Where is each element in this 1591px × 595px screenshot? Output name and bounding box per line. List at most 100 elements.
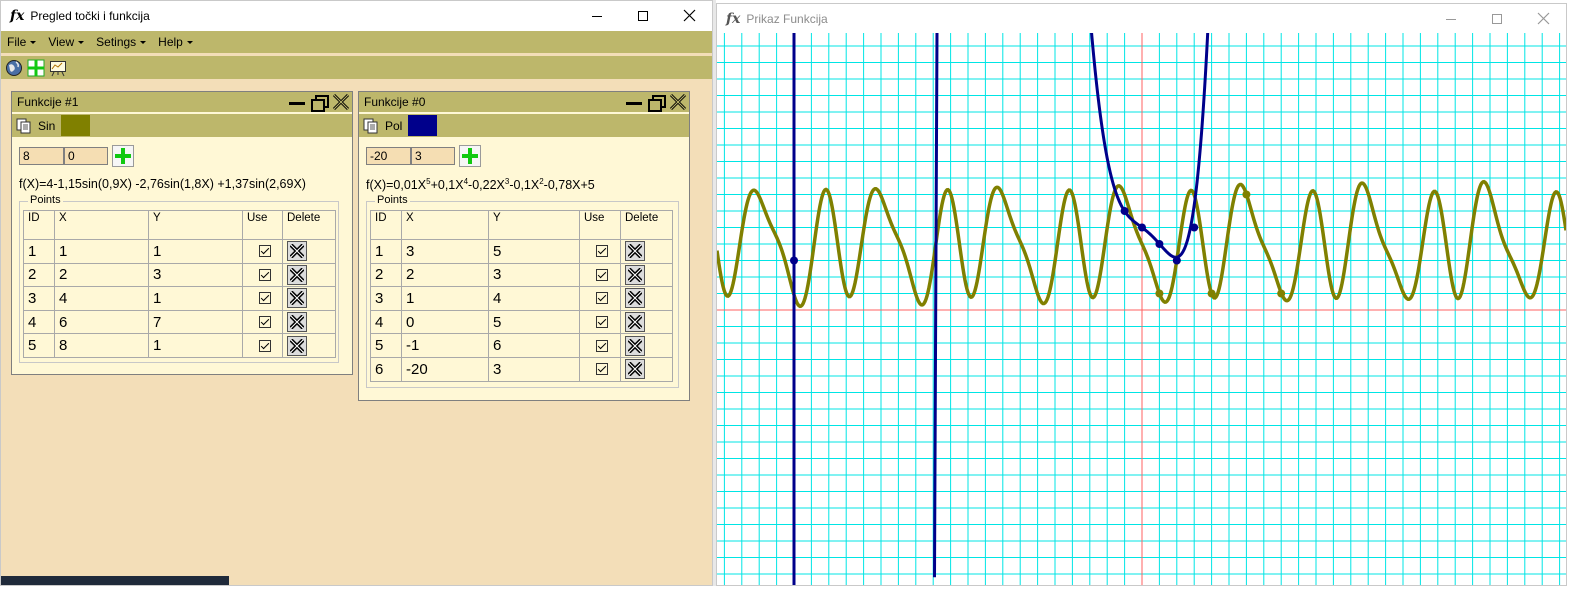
table-row[interactable]: 223 — [23, 262, 336, 288]
delete-point-button[interactable] — [625, 241, 645, 262]
use-checkbox[interactable] — [259, 292, 271, 305]
cell-x[interactable]: -1 — [401, 333, 489, 358]
menu-file[interactable]: File — [1, 35, 42, 49]
cell-y[interactable]: 6 — [488, 333, 580, 358]
title-bar[interactable]: fx Prikaz Funkcija — [717, 4, 1566, 33]
table-row[interactable]: 223 — [370, 262, 673, 288]
col-id-header: ID — [23, 210, 55, 240]
delete-point-button[interactable] — [287, 312, 307, 333]
cell-x[interactable]: 1 — [401, 286, 489, 311]
globe-button[interactable] — [5, 59, 23, 77]
table-row[interactable]: 5 -1 6 — [370, 333, 673, 358]
use-checkbox[interactable] — [259, 245, 271, 258]
table-row[interactable]: 341 — [23, 286, 336, 311]
table-row[interactable]: 6 -20 3 — [370, 356, 673, 382]
table-row[interactable]: 111 — [23, 239, 336, 264]
table-row[interactable]: 314 — [370, 286, 673, 311]
panel-title-bar[interactable]: Funkcije #1 — [12, 92, 352, 112]
cell-y[interactable]: 5 — [488, 239, 580, 264]
y-input[interactable]: 3 — [411, 147, 455, 165]
panel-minimize-button[interactable] — [288, 93, 306, 111]
close-button[interactable] — [666, 1, 712, 31]
cell-x[interactable]: 2 — [401, 262, 489, 288]
function-plot-canvas[interactable] — [717, 33, 1566, 586]
panel-restore-button[interactable] — [647, 93, 666, 112]
minimize-button[interactable] — [574, 1, 620, 31]
delete-point-button[interactable] — [287, 264, 307, 285]
cell-y[interactable]: 3 — [488, 262, 580, 288]
cell-x[interactable]: 3 — [401, 239, 489, 264]
cell-y[interactable]: 4 — [488, 286, 580, 311]
cell-x[interactable]: 6 — [54, 309, 149, 335]
delete-point-button[interactable] — [287, 335, 307, 356]
delete-point-button[interactable] — [625, 264, 645, 285]
panel-close-button[interactable] — [669, 93, 687, 111]
table-row[interactable]: 405 — [370, 309, 673, 335]
cell-y[interactable]: 1 — [148, 286, 243, 311]
table-row[interactable]: 135 — [370, 239, 673, 264]
title-bar[interactable]: fx Pregled točki i funkcija — [1, 1, 712, 31]
cell-y[interactable]: 3 — [148, 262, 243, 288]
add-point-button[interactable] — [459, 145, 481, 167]
use-checkbox[interactable] — [596, 245, 608, 258]
cell-y[interactable]: 5 — [488, 309, 580, 335]
cell-x[interactable]: -20 — [401, 356, 489, 382]
grid-button[interactable] — [27, 59, 45, 77]
use-checkbox[interactable] — [259, 316, 271, 329]
delete-point-button[interactable] — [287, 288, 307, 309]
function-name: Sin — [38, 118, 56, 133]
maximize-icon — [638, 11, 648, 21]
function-color-swatch[interactable] — [408, 115, 438, 136]
chart-view-button[interactable] — [49, 59, 67, 77]
menu-settings-label: Setings — [96, 35, 137, 49]
function-color-swatch[interactable] — [61, 115, 91, 136]
panel-restore-button[interactable] — [310, 93, 329, 112]
add-point-button[interactable] — [112, 145, 134, 167]
use-checkbox[interactable] — [596, 268, 608, 281]
delete-point-button[interactable] — [625, 335, 645, 356]
col-y-header: Y — [488, 210, 580, 240]
y-input[interactable]: 0 — [64, 147, 108, 165]
maximize-button[interactable] — [1474, 4, 1520, 34]
panel-close-button[interactable] — [332, 93, 350, 111]
x-input[interactable]: -20 — [366, 147, 411, 165]
chevron-down-icon — [78, 40, 85, 44]
menu-help[interactable]: Help — [152, 35, 199, 49]
use-checkbox[interactable] — [596, 292, 608, 305]
minimize-button[interactable] — [1428, 4, 1474, 34]
delete-point-button[interactable] — [625, 288, 645, 309]
panel-minimize-button[interactable] — [625, 93, 643, 111]
points-functions-window: fx Pregled točki i funkcija File View Se… — [0, 0, 713, 586]
table-row[interactable]: 467 — [23, 309, 336, 335]
use-checkbox[interactable] — [259, 339, 271, 352]
use-checkbox[interactable] — [596, 363, 608, 376]
maximize-button[interactable] — [620, 1, 666, 31]
use-checkbox[interactable] — [596, 339, 608, 352]
cell-x[interactable]: 4 — [54, 286, 149, 311]
cell-y[interactable]: 3 — [488, 356, 580, 382]
delete-icon — [628, 267, 642, 282]
delete-point-button[interactable] — [625, 359, 645, 380]
col-x-header: X — [401, 210, 489, 240]
cell-y[interactable]: 1 — [148, 333, 243, 358]
cell-y[interactable]: 1 — [148, 239, 243, 264]
x-input[interactable]: 8 — [19, 147, 64, 165]
cell-x[interactable]: 1 — [54, 239, 149, 264]
cell-id: 1 — [23, 239, 55, 264]
cell-x[interactable]: 8 — [54, 333, 149, 358]
copy-button[interactable] — [363, 118, 379, 134]
formula-part: -0,1X — [509, 178, 540, 193]
close-button[interactable] — [1520, 4, 1566, 34]
menu-view[interactable]: View — [42, 35, 90, 49]
table-row[interactable]: 581 — [23, 333, 336, 358]
copy-button[interactable] — [16, 118, 32, 134]
delete-point-button[interactable] — [625, 312, 645, 333]
delete-point-button[interactable] — [287, 241, 307, 262]
cell-x[interactable]: 0 — [401, 309, 489, 335]
cell-x[interactable]: 2 — [54, 262, 149, 288]
cell-y[interactable]: 7 — [148, 309, 243, 335]
use-checkbox[interactable] — [596, 316, 608, 329]
use-checkbox[interactable] — [259, 268, 271, 281]
panel-title-bar[interactable]: Funkcije #0 — [359, 92, 689, 112]
menu-settings[interactable]: Setings — [90, 35, 152, 49]
